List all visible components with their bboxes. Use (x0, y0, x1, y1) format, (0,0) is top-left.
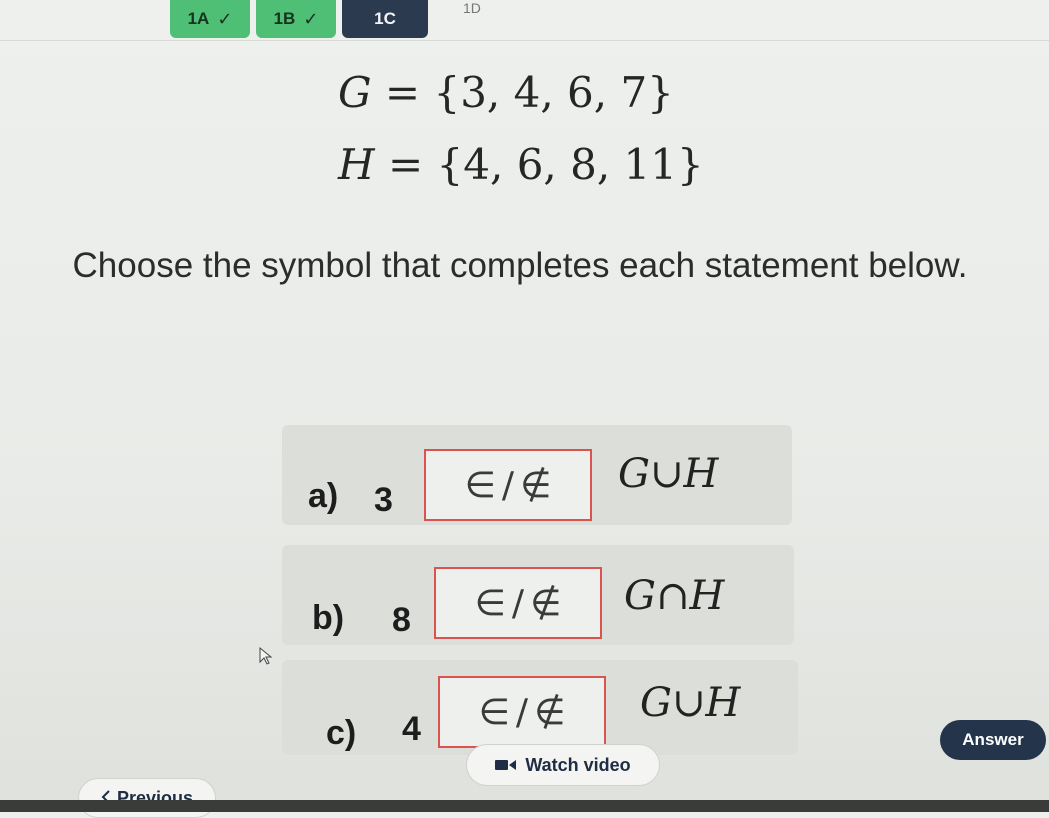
watch-video-label: Watch video (525, 754, 631, 775)
element-of-option[interactable]: ∈ (465, 465, 496, 506)
check-icon: ✓ (217, 8, 233, 29)
tab-1c[interactable]: 1C (342, 0, 428, 38)
set-h-definition: H = {4, 6, 8, 11} (338, 140, 704, 189)
instructions-text: Choose the symbol that completes each st… (72, 246, 968, 285)
header-divider (0, 40, 1049, 41)
set-expression: G∩H (624, 573, 725, 619)
not-element-of-option[interactable]: ∉ (534, 692, 565, 733)
symbol-selector-a[interactable]: ∈ / ∉ (424, 449, 592, 521)
element-of-option[interactable]: ∈ (475, 583, 506, 624)
tab-1b[interactable]: 1B ✓ (256, 0, 336, 38)
tab-1a-label: 1A (187, 9, 210, 28)
step-tabs: 1A ✓ 1B ✓ 1C (170, 0, 428, 40)
question-label: c) (326, 714, 357, 752)
answer-button[interactable]: Answer (940, 720, 1046, 760)
symbol-selector-b[interactable]: ∈ / ∉ (434, 567, 602, 639)
not-element-of-option[interactable]: ∉ (530, 583, 561, 624)
set-h-equals: = (374, 140, 437, 189)
set-g-values: {3, 4, 6, 7} (433, 68, 674, 117)
tab-1b-label: 1B (273, 9, 296, 28)
bottom-edge (0, 800, 1049, 812)
tab-1d-partial[interactable]: 1D (463, 0, 481, 16)
not-element-of-option[interactable]: ∉ (520, 465, 551, 506)
symbol-selector-c[interactable]: ∈ / ∉ (438, 676, 606, 748)
question-row-a: a) 3 ∈ / ∉ G∪H (282, 425, 792, 525)
set-g-equals: = (371, 68, 434, 117)
question-element: 8 (392, 601, 411, 639)
tab-1a[interactable]: 1A ✓ (170, 0, 250, 38)
previous-button[interactable]: Previous (78, 778, 216, 818)
element-of-option[interactable]: ∈ (479, 692, 510, 733)
question-label: a) (308, 477, 339, 515)
tab-1c-label: 1C (374, 9, 396, 28)
set-expression: G∪H (618, 451, 719, 497)
question-element: 3 (374, 481, 393, 519)
question-row-b: b) 8 ∈ / ∉ G∩H (282, 545, 794, 645)
video-icon (495, 758, 517, 772)
question-label: b) (312, 599, 345, 637)
set-g-definition: G = {3, 4, 6, 7} (338, 68, 674, 117)
set-g-variable: G (338, 68, 372, 117)
set-expression: G∪H (640, 680, 741, 726)
question-row-c: c) 4 ∈ / ∉ G∪H (282, 660, 798, 755)
mouse-cursor-icon (259, 646, 273, 665)
question-element: 4 (402, 710, 421, 748)
watch-video-button[interactable]: Watch video (466, 744, 660, 786)
set-h-values: {4, 6, 8, 11} (436, 140, 704, 189)
set-h-variable: H (338, 140, 375, 189)
check-icon: ✓ (303, 8, 319, 29)
